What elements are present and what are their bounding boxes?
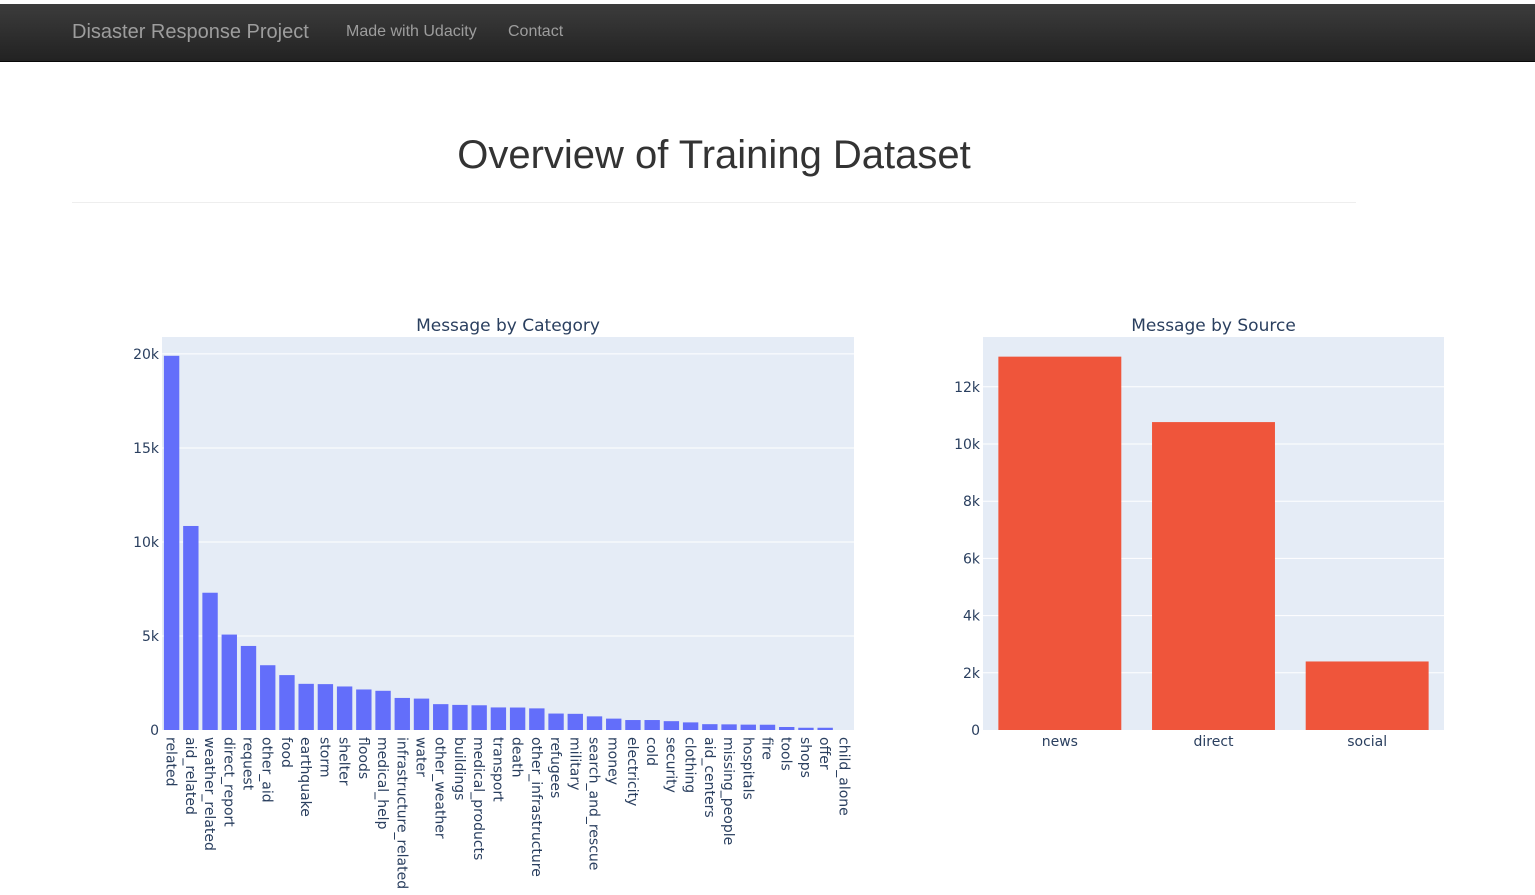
x-tick-label: news <box>1042 734 1078 750</box>
y-tick-label: 6k <box>963 551 981 567</box>
source-bar-chart: 0 2k 4k 6k 8k 10k 12k news direct social <box>954 337 1444 750</box>
bar <box>998 356 1122 730</box>
bar <box>1152 422 1275 730</box>
y-tick-label: 10k <box>954 437 981 453</box>
x-tick-label: direct <box>1193 734 1234 750</box>
y-tick-label: 4k <box>963 609 981 625</box>
y-tick-label: 2k <box>963 666 981 682</box>
y-tick-label: 8k <box>963 494 981 510</box>
y-tick-label: 0 <box>971 723 980 739</box>
y-tick-label: 12k <box>954 380 981 396</box>
x-tick-label: social <box>1347 734 1387 750</box>
bar <box>1305 661 1429 730</box>
